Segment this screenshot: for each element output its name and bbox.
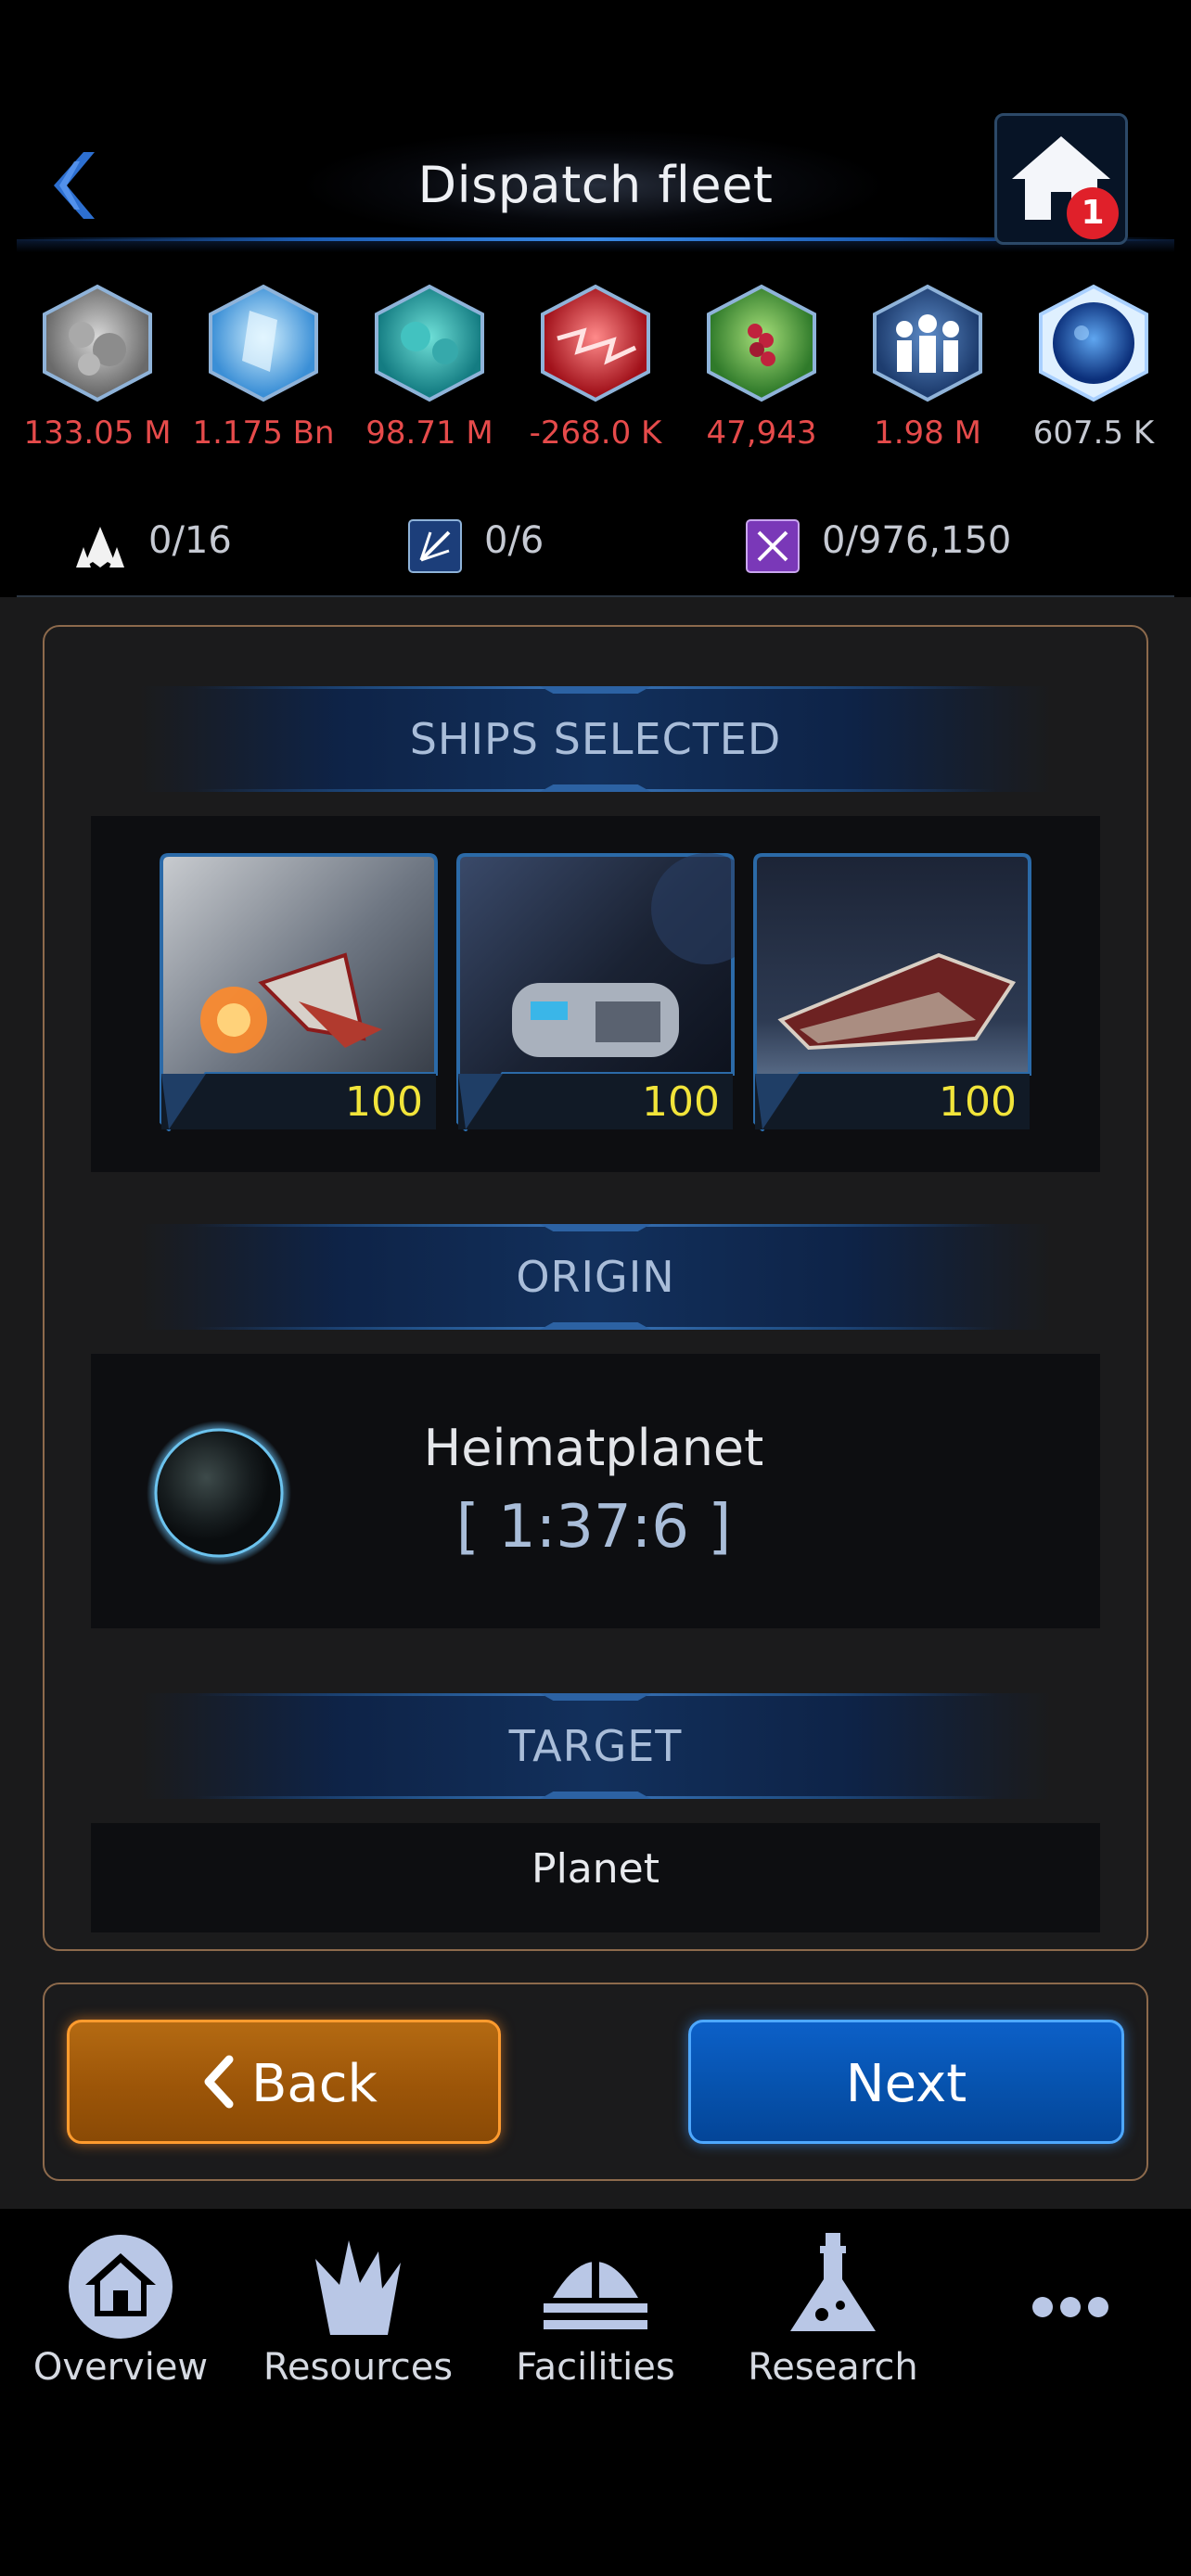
population-icon	[873, 284, 982, 402]
ship-count: 100	[939, 1078, 1017, 1126]
stat-value: 0/16	[148, 519, 232, 562]
origin-header: ORIGIN	[139, 1224, 1052, 1330]
back-button[interactable]: Back	[67, 2020, 501, 2144]
nav-label: Facilities	[516, 2346, 675, 2389]
section-title: ORIGIN	[516, 1252, 675, 1302]
resource-population[interactable]: 1.98 M	[858, 283, 997, 459]
next-button[interactable]: Next	[688, 2020, 1124, 2144]
notification-badge: 1	[1067, 187, 1119, 239]
ship-card-fighter[interactable]: 100	[160, 853, 438, 1131]
planet-icon	[145, 1419, 293, 1567]
fleet-slots-stat: 0/16	[72, 501, 351, 584]
resource-value: 1.98 M	[874, 414, 981, 452]
resource-energy[interactable]: -268.0 K	[526, 283, 665, 459]
resource-food[interactable]: 47,943	[692, 283, 831, 459]
ship-count: 100	[345, 1078, 423, 1126]
ship-card-cruiser[interactable]: 100	[753, 853, 1031, 1131]
chevron-left-icon	[204, 2055, 234, 2109]
expedition-slots-stat: 0/6	[408, 501, 686, 584]
section-title: SHIPS SELECTED	[409, 714, 782, 764]
origin-planet-name: Heimatplanet	[423, 1419, 764, 1477]
resource-dark-matter[interactable]: 607.5 K	[1024, 283, 1163, 459]
page-title: Dispatch fleet	[417, 156, 774, 214]
flask-icon	[790, 2233, 876, 2331]
target-header: TARGET	[139, 1693, 1052, 1799]
resource-value: 47,943	[706, 414, 817, 452]
nav-facilities[interactable]: Facilities	[484, 2225, 707, 2411]
section-title: TARGET	[508, 1721, 683, 1771]
resource-value: 607.5 K	[1032, 414, 1155, 452]
ship-card-transporter[interactable]: 100	[456, 853, 735, 1131]
fleet-slots-icon	[76, 527, 124, 567]
target-type: Planet	[531, 1845, 660, 1893]
resource-value: 133.05 M	[23, 414, 172, 452]
ships-selected-header: SHIPS SELECTED	[139, 686, 1052, 792]
crystal-icon	[209, 284, 318, 402]
nav-more[interactable]	[959, 2225, 1182, 2411]
resource-metal[interactable]: 133.05 M	[23, 283, 172, 459]
back-arrow-icon[interactable]	[46, 148, 102, 223]
deuterium-icon	[375, 284, 484, 402]
stat-value: 0/6	[484, 519, 544, 562]
research-dna-icon	[746, 519, 800, 573]
home-icon	[69, 2235, 173, 2339]
metal-ore-icon	[43, 284, 152, 402]
nav-label: Research	[748, 2346, 918, 2389]
nav-resources[interactable]: Resources	[247, 2225, 469, 2411]
research-stat: 0/976,150	[746, 501, 1117, 584]
nav-overview[interactable]: Overview	[9, 2225, 232, 2411]
dark-matter-icon	[1039, 284, 1148, 402]
ship-count: 100	[642, 1078, 720, 1126]
crystals-icon	[315, 2240, 401, 2335]
more-icon	[1032, 2297, 1108, 2317]
energy-icon	[541, 284, 650, 402]
resource-value: 1.175 Bn	[192, 414, 335, 452]
next-button-label: Next	[845, 2054, 967, 2114]
food-icon	[707, 284, 816, 402]
nav-research[interactable]: Research	[722, 2225, 944, 2411]
resource-value: 98.71 M	[365, 414, 493, 452]
nav-label: Resources	[263, 2346, 454, 2389]
resource-value: -268.0 K	[529, 414, 662, 452]
resource-deuterium[interactable]: 98.71 M	[360, 283, 499, 459]
fleet-stats-row: 0/16 0/6 0/976,150	[0, 501, 1191, 584]
facility-dome-icon	[544, 2250, 647, 2329]
resource-crystal[interactable]: 1.175 Bn	[192, 283, 335, 459]
stat-value: 0/976,150	[822, 519, 1012, 562]
origin-coordinates: [ 1:37:6 ]	[455, 1493, 732, 1562]
back-button-label: Back	[251, 2054, 378, 2114]
nav-label: Overview	[32, 2346, 209, 2389]
expedition-slots-icon	[408, 519, 462, 573]
